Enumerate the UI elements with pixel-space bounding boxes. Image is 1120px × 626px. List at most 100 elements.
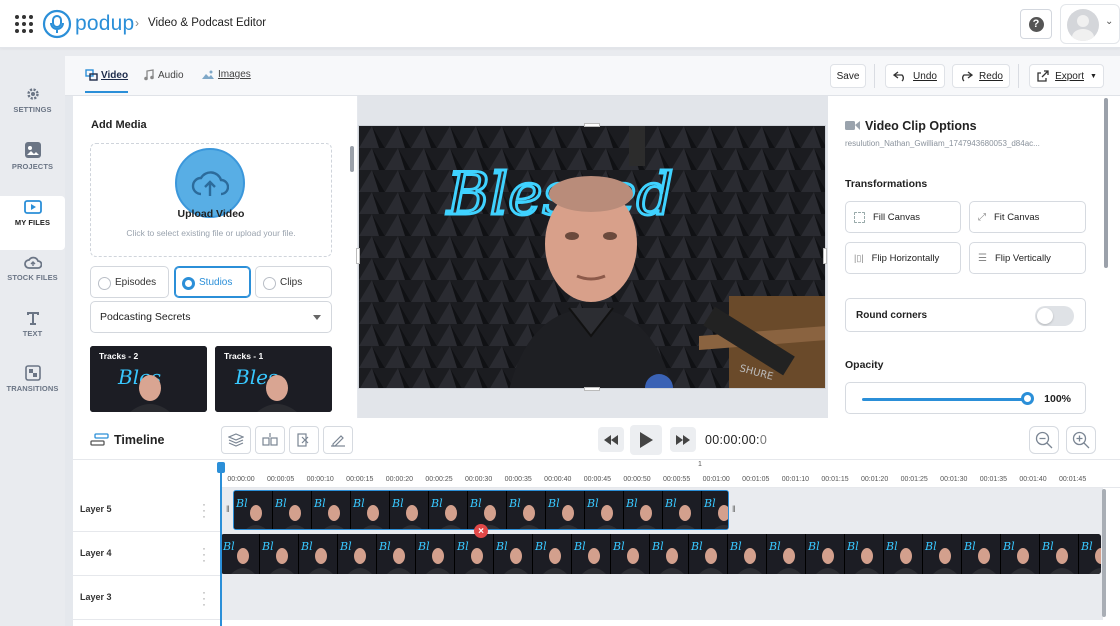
fast-forward-button[interactable] bbox=[670, 427, 696, 452]
edit-button[interactable] bbox=[323, 426, 353, 454]
media-scrollbar[interactable] bbox=[350, 146, 354, 172]
rewind-icon bbox=[604, 434, 618, 445]
split-button[interactable] bbox=[255, 426, 285, 454]
filter-episodes[interactable]: Episodes bbox=[90, 266, 169, 298]
ruler-tick-label: 00:00:55 bbox=[662, 476, 691, 483]
timeline-scrollbar[interactable] bbox=[1102, 489, 1106, 617]
user-menu[interactable]: ⌄ bbox=[1060, 4, 1120, 44]
rewind-button[interactable] bbox=[598, 427, 624, 452]
options-scrollbar[interactable] bbox=[1104, 98, 1108, 268]
filter-studios[interactable]: Studios bbox=[174, 266, 251, 298]
ruler-tick-label: 00:00:40 bbox=[544, 476, 572, 483]
nav-stock-files[interactable]: STOCK FILES bbox=[0, 256, 65, 310]
ruler-tick-label: 00:01:10 bbox=[781, 476, 810, 483]
svg-text:Bl: Bl bbox=[469, 497, 482, 510]
svg-text:Bl: Bl bbox=[729, 540, 742, 553]
trim-button[interactable] bbox=[289, 426, 319, 454]
more-vertical-icon[interactable]: · · · bbox=[202, 498, 206, 522]
ruler-tick-label: 00:01:00 bbox=[702, 476, 730, 483]
flip-vertically-button[interactable]: ☰ Flip Vertically bbox=[969, 242, 1086, 274]
undo-button[interactable]: Undo bbox=[885, 64, 945, 88]
nav-text[interactable]: TEXT bbox=[0, 310, 65, 364]
video-clip[interactable]: Bl Bl Bl Bl Bl Bl Bl Bl Bl Bl Bl Bl Bl Bl Bl Bl Bl Bl Bl Bl… bbox=[221, 534, 1101, 574]
upload-dropzone[interactable]: Upload Video Click to select existing fi… bbox=[90, 143, 332, 257]
nav-settings[interactable]: SETTINGS bbox=[0, 86, 65, 140]
fit-canvas-button[interactable]: ⤢ Fit Canvas bbox=[969, 201, 1086, 233]
chevron-down-icon: ⌄ bbox=[1105, 16, 1114, 27]
ruler-tick-label: 00:00:10 bbox=[306, 476, 334, 483]
zoom-out-button[interactable] bbox=[1029, 426, 1059, 454]
caret-down-icon: ▼ bbox=[1089, 72, 1097, 80]
ruler-tick-label: 00:00:00 bbox=[227, 476, 255, 483]
resize-handle-top[interactable] bbox=[584, 123, 600, 127]
zoom-out-icon bbox=[1035, 431, 1053, 449]
layer-lane[interactable]: Bl Bl Bl Bl Bl Bl Bl Bl Bl Bl Bl Bl Bl Bl Bl Bl Bl Bl Bl Bl… bbox=[221, 532, 1103, 576]
round-corners-toggle[interactable] bbox=[1035, 306, 1074, 326]
question-icon: ? bbox=[1028, 16, 1044, 32]
help-button[interactable]: ? bbox=[1020, 9, 1052, 39]
more-vertical-icon[interactable]: · · · bbox=[202, 586, 206, 610]
layers-button[interactable] bbox=[221, 426, 251, 454]
timeline-ruler[interactable]: 1 00:00:00 00:00:05 00:00:10 00:00:15 00:00:… bbox=[221, 460, 1120, 488]
redo-button[interactable]: Redo bbox=[952, 64, 1010, 88]
play-icon bbox=[640, 432, 653, 448]
svg-text:Bl: Bl bbox=[924, 540, 937, 553]
show-select[interactable]: Podcasting Secrets bbox=[90, 301, 332, 333]
opacity-slider-thumb[interactable] bbox=[1021, 392, 1034, 405]
minute-marker: 1 bbox=[698, 461, 702, 468]
ruler-tick-label: 00:01:05 bbox=[742, 476, 770, 483]
save-button[interactable]: Save bbox=[830, 64, 866, 88]
layer-lane[interactable]: Bl Bl Bl Bl Bl Bl Bl Bl Bl Bl Bl Bl Bl ‖ ‖ bbox=[221, 488, 1103, 532]
podup-logo[interactable]: podup bbox=[42, 8, 134, 40]
apps-grid-icon[interactable] bbox=[15, 15, 33, 33]
timeline-title: Timeline bbox=[114, 433, 165, 447]
playhead[interactable] bbox=[217, 462, 225, 626]
fill-canvas-button[interactable]: Fill Canvas bbox=[845, 201, 961, 233]
tab-video[interactable]: Video bbox=[85, 69, 129, 93]
tab-audio[interactable]: Audio bbox=[143, 69, 184, 81]
svg-text:Bl: Bl bbox=[1002, 540, 1015, 553]
zoom-in-button[interactable] bbox=[1066, 426, 1096, 454]
divider bbox=[1018, 64, 1019, 88]
layer-lane[interactable] bbox=[221, 576, 1103, 620]
delete-clip-icon[interactable]: × bbox=[474, 524, 488, 538]
ruler-tick-label: 00:00:50 bbox=[623, 476, 651, 483]
flip-horizontal-icon: |▯| bbox=[854, 252, 864, 263]
nav-projects[interactable]: PROJECTS bbox=[0, 141, 65, 195]
clip-trim-handle-right[interactable]: ‖ bbox=[732, 504, 736, 514]
fast-forward-icon bbox=[676, 434, 690, 445]
more-vertical-icon[interactable]: · · · bbox=[202, 542, 206, 566]
ruler-tick-label: 00:00:05 bbox=[266, 476, 295, 483]
resize-handle-right[interactable] bbox=[823, 248, 827, 264]
nav-transitions[interactable]: TRANSITIONS bbox=[0, 365, 65, 419]
svg-text:Bl: Bl bbox=[534, 540, 547, 553]
svg-text:Bl: Bl bbox=[508, 497, 521, 510]
split-icon bbox=[262, 433, 278, 446]
ruler-tick-label: 00:00:25 bbox=[425, 476, 453, 483]
export-button[interactable]: Export ▼ bbox=[1029, 64, 1104, 88]
clip-trim-handle-left[interactable]: ‖ bbox=[226, 504, 230, 514]
video-frame: Blessed SHURE bbox=[359, 126, 825, 388]
resize-handle-left[interactable] bbox=[356, 248, 360, 264]
resize-handle-bottom[interactable] bbox=[584, 387, 600, 391]
round-corners-row: Round corners bbox=[845, 298, 1086, 332]
svg-text:Bl: Bl bbox=[664, 497, 677, 510]
svg-text:Bl: Bl bbox=[222, 540, 235, 553]
opacity-slider-track[interactable] bbox=[862, 398, 1027, 401]
flip-horizontally-button[interactable]: |▯| Flip Horizontally bbox=[845, 242, 961, 274]
svg-text:Bl: Bl bbox=[274, 497, 287, 510]
nav-my-files[interactable]: MY FILES bbox=[0, 196, 65, 250]
media-thumbnail[interactable]: Bles Tracks - 2 bbox=[90, 346, 207, 412]
play-button[interactable] bbox=[630, 425, 662, 455]
svg-text:Bl: Bl bbox=[547, 497, 560, 510]
timeline-panel: Timeline 00:00:00:0 1 00:00:00 00:00:05 … bbox=[73, 418, 1120, 626]
video-preview[interactable]: Blessed SHURE bbox=[358, 125, 826, 389]
media-thumbnail[interactable]: Bles Tracks - 1 bbox=[215, 346, 332, 412]
layer-label: Layer 4 bbox=[80, 548, 112, 558]
tab-images[interactable]: Images bbox=[201, 69, 251, 80]
filter-clips[interactable]: Clips bbox=[255, 266, 332, 298]
svg-text:Bl: Bl bbox=[300, 540, 313, 553]
svg-text:Bl: Bl bbox=[430, 497, 443, 510]
workspace: Video Audio Images Save Undo Redo Export… bbox=[65, 56, 1120, 626]
podup-logo-icon bbox=[42, 9, 72, 39]
